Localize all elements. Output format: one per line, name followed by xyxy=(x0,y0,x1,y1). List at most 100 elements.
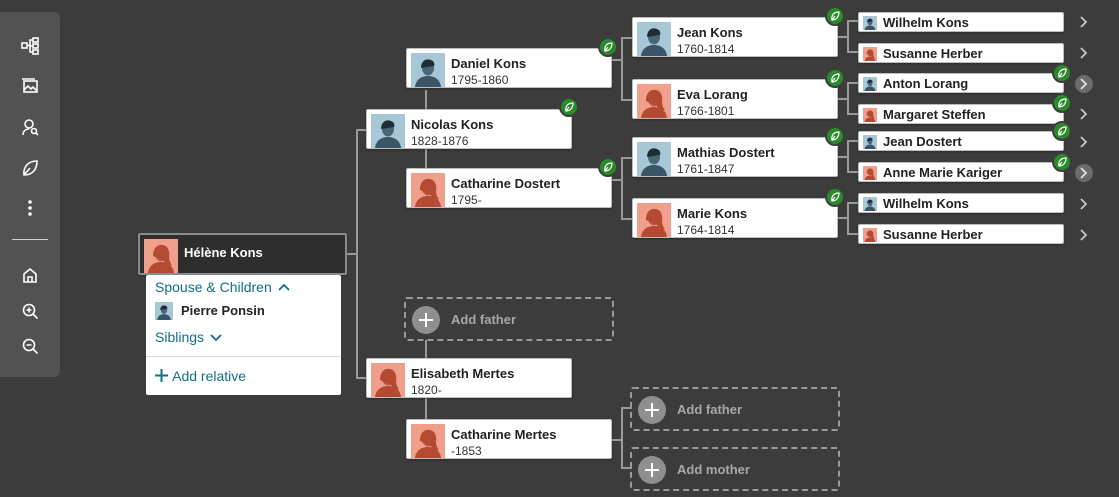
person-name: Elisabeth Mertes xyxy=(411,366,515,381)
person-card-gen4[interactable]: Susanne Herber xyxy=(858,43,1064,63)
person-card-nicolas[interactable]: Nicolas Kons 1828-1876 xyxy=(366,109,572,149)
add-mother-label: Add mother xyxy=(677,462,750,477)
expand-chevron-icon[interactable] xyxy=(1075,13,1093,31)
person-dates: 1820- xyxy=(411,383,442,397)
hint-leaf-icon[interactable] xyxy=(598,37,618,57)
add-mother-button[interactable]: Add mother xyxy=(630,447,840,491)
expand-chevron-icon[interactable] xyxy=(1075,44,1093,62)
expand-chevron-icon[interactable] xyxy=(1075,105,1093,123)
add-icon xyxy=(638,396,666,424)
add-father-label: Add father xyxy=(677,402,742,417)
person-card-gen4[interactable]: Anton Lorang xyxy=(858,73,1064,93)
male-avatar xyxy=(637,142,671,176)
media-icon[interactable] xyxy=(16,72,44,100)
hint-leaf-icon[interactable] xyxy=(559,97,579,117)
hint-leaf-icon[interactable] xyxy=(1052,121,1072,141)
female-avatar xyxy=(863,47,877,61)
female-avatar xyxy=(637,203,671,237)
person-card-gen4[interactable]: Susanne Herber xyxy=(858,224,1064,244)
panel-divider xyxy=(146,356,341,357)
person-card-daniel[interactable]: Daniel Kons 1795-1860 xyxy=(406,48,612,88)
person-card-catharine-dostert[interactable]: Catharine Dostert 1795- xyxy=(406,168,612,208)
male-avatar xyxy=(637,22,671,56)
person-name: Margaret Steffen xyxy=(883,107,986,122)
chevron-up-icon xyxy=(278,283,290,291)
female-avatar xyxy=(863,166,877,180)
hint-leaf-icon[interactable] xyxy=(1052,152,1072,172)
hint-leaf-icon[interactable] xyxy=(1052,63,1072,83)
person-card-jean-kons[interactable]: Jean Kons 1760-1814 xyxy=(632,17,838,57)
hint-leaf-icon[interactable] xyxy=(825,187,845,207)
hint-leaf-icon[interactable] xyxy=(825,126,845,146)
hint-leaf-icon[interactable] xyxy=(825,6,845,26)
expand-chevron-icon[interactable] xyxy=(1075,75,1093,93)
person-card-elisabeth[interactable]: Elisabeth Mertes 1820- xyxy=(366,358,572,398)
spouse-name: Pierre Ponsin xyxy=(181,303,265,318)
person-name: Wilhelm Kons xyxy=(883,15,969,30)
male-avatar xyxy=(863,135,877,149)
focus-person-card[interactable]: Hélène Kons xyxy=(138,233,347,275)
person-card-gen4[interactable]: Jean Dostert xyxy=(858,131,1064,151)
add-father-label: Add father xyxy=(451,312,516,327)
person-name: Anne Marie Kariger xyxy=(883,165,1003,180)
zoom-out-icon[interactable] xyxy=(16,332,44,360)
male-avatar xyxy=(155,302,173,320)
female-avatar xyxy=(144,239,178,273)
person-dates: 1761-1847 xyxy=(677,162,735,176)
more-options-icon[interactable] xyxy=(16,194,44,222)
person-dates: 1764-1814 xyxy=(677,223,735,237)
person-name: Jean Kons xyxy=(677,25,743,40)
add-relative-button[interactable]: Add relative xyxy=(154,368,246,384)
female-avatar xyxy=(863,108,877,122)
female-avatar xyxy=(863,228,877,242)
spouse-children-label: Spouse & Children xyxy=(155,279,272,295)
person-dates: 1828-1876 xyxy=(411,134,469,148)
add-icon xyxy=(638,456,666,484)
person-name: Wilhelm Kons xyxy=(883,196,969,211)
hint-leaf-icon[interactable] xyxy=(598,157,618,177)
male-avatar xyxy=(411,53,445,87)
person-card-gen4[interactable]: Anne Marie Kariger xyxy=(858,162,1064,182)
person-card-catharine-mertes[interactable]: Catharine Mertes -1853 xyxy=(406,419,612,459)
home-icon[interactable] xyxy=(16,261,44,289)
hint-leaf-icon[interactable] xyxy=(1052,93,1072,113)
tree-view-icon[interactable] xyxy=(16,32,44,60)
person-dates: 1795-1860 xyxy=(451,73,509,87)
add-father-button[interactable]: Add father xyxy=(630,387,840,431)
expand-chevron-icon[interactable] xyxy=(1075,133,1093,151)
male-avatar xyxy=(863,197,877,211)
female-avatar xyxy=(637,84,671,118)
person-card-mathias-dostert[interactable]: Mathias Dostert 1761-1847 xyxy=(632,137,838,177)
person-card-gen4[interactable]: Wilhelm Kons xyxy=(858,12,1064,32)
male-avatar xyxy=(371,114,405,148)
person-name: Daniel Kons xyxy=(451,56,527,71)
hint-leaf-icon[interactable] xyxy=(825,68,845,88)
female-avatar xyxy=(411,424,445,458)
add-father-button[interactable]: Add father xyxy=(404,297,614,341)
person-name: Eva Lorang xyxy=(677,87,748,102)
person-name: Susanne Herber xyxy=(883,46,983,61)
person-card-marie-kons[interactable]: Marie Kons 1764-1814 xyxy=(632,198,838,238)
person-name: Catharine Dostert xyxy=(451,176,561,191)
expand-chevron-icon[interactable] xyxy=(1075,164,1093,182)
female-avatar xyxy=(411,173,445,207)
siblings-toggle[interactable]: Siblings xyxy=(155,329,222,345)
zoom-in-icon[interactable] xyxy=(16,297,44,325)
expand-chevron-icon[interactable] xyxy=(1075,195,1093,213)
person-card-eva-lorang[interactable]: Eva Lorang 1766-1801 xyxy=(632,79,838,119)
person-card-gen4[interactable]: Margaret Steffen xyxy=(858,104,1064,124)
chevron-down-icon xyxy=(210,334,222,342)
person-name: Nicolas Kons xyxy=(411,117,494,132)
hints-leaf-icon[interactable] xyxy=(16,154,44,182)
person-dates: 1760-1814 xyxy=(677,42,735,56)
left-toolbar xyxy=(0,12,60,377)
focus-person-panel: Spouse & Children Pierre Ponsin Siblings… xyxy=(146,275,341,395)
person-name: Jean Dostert xyxy=(883,134,962,149)
person-dates: 1766-1801 xyxy=(677,104,735,118)
person-search-icon[interactable] xyxy=(16,113,44,141)
person-card-gen4[interactable]: Wilhelm Kons xyxy=(858,193,1064,213)
person-name: Hélène Kons xyxy=(184,245,263,260)
spouse-children-toggle[interactable]: Spouse & Children xyxy=(155,279,290,295)
person-name: Mathias Dostert xyxy=(677,145,775,160)
expand-chevron-icon[interactable] xyxy=(1075,226,1093,244)
